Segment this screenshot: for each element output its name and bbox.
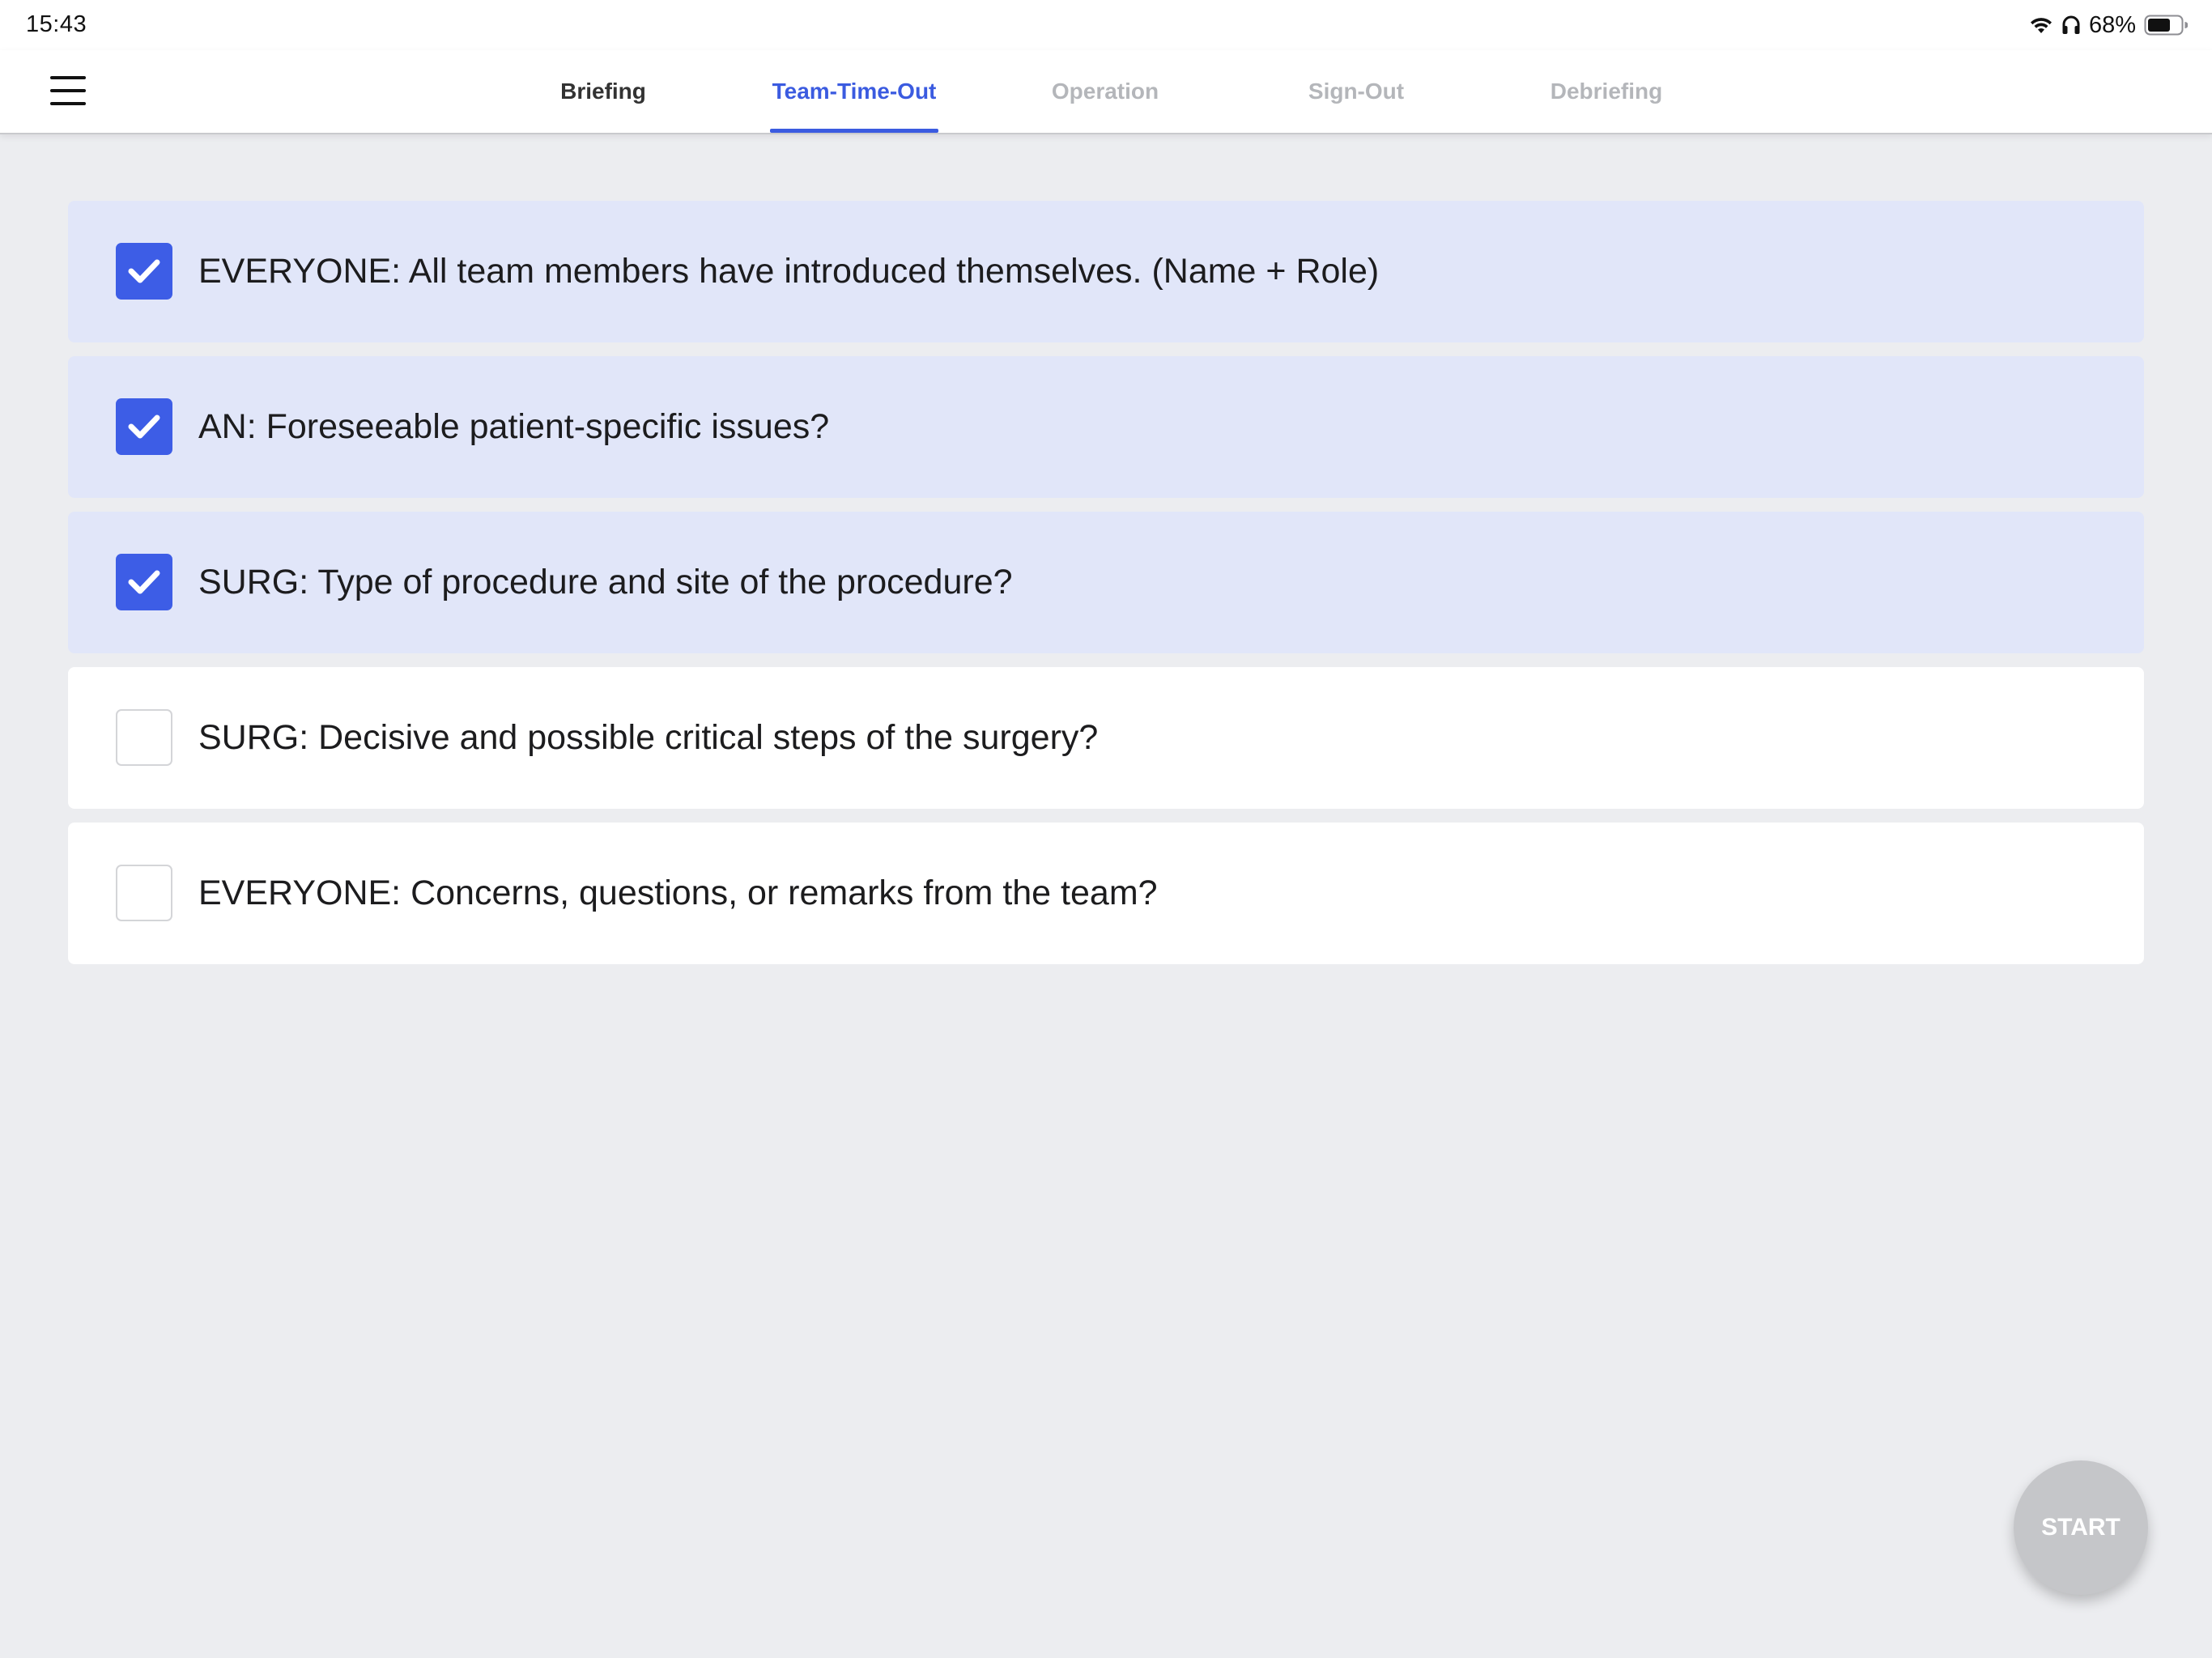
tab-operation[interactable]: Operation <box>1050 50 1160 133</box>
status-time: 15:43 <box>26 11 87 37</box>
checklist-item-label: SURG: Type of procedure and site of the … <box>198 563 1013 602</box>
status-indicators: 68% <box>2029 10 2188 40</box>
checklist-item-label: SURG: Decisive and possible critical ste… <box>198 718 1099 757</box>
checklist-item-procedure-site[interactable]: SURG: Type of procedure and site of the … <box>68 512 2144 653</box>
wifi-icon <box>2029 15 2053 35</box>
tab-team-time-out[interactable]: Team-Time-Out <box>770 50 938 133</box>
checklist-item-introductions[interactable]: EVERYONE: All team members have introduc… <box>68 201 2144 342</box>
tab-briefing[interactable]: Briefing <box>560 50 646 133</box>
checklist-item-label: EVERYONE: All team members have introduc… <box>198 252 1380 291</box>
battery-percent: 68% <box>2088 11 2136 38</box>
battery-icon <box>2144 15 2188 36</box>
checkbox[interactable] <box>116 709 172 766</box>
checkbox[interactable] <box>116 554 172 610</box>
checklist-item-label: EVERYONE: Concerns, questions, or remark… <box>198 874 1158 912</box>
headphones-icon <box>2061 15 2081 36</box>
checkbox[interactable] <box>116 865 172 921</box>
checklist-item-patient-issues[interactable]: AN: Foreseeable patient-specific issues? <box>68 356 2144 498</box>
checklist-item-team-concerns[interactable]: EVERYONE: Concerns, questions, or remark… <box>68 823 2144 964</box>
tab-debriefing[interactable]: Debriefing <box>1549 50 1664 133</box>
hamburger-menu-icon[interactable] <box>50 74 86 107</box>
checklist-item-critical-steps[interactable]: SURG: Decisive and possible critical ste… <box>68 667 2144 809</box>
checklist-item-label: AN: Foreseeable patient-specific issues? <box>198 407 830 446</box>
workflow-header: Briefing Team-Time-Out Operation Sign-Ou… <box>0 50 2212 134</box>
start-button[interactable]: START <box>2014 1460 2148 1595</box>
team-time-out-checklist: EVERYONE: All team members have introduc… <box>68 201 2144 978</box>
checkbox[interactable] <box>116 398 172 455</box>
checkbox[interactable] <box>116 243 172 300</box>
tab-sign-out[interactable]: Sign-Out <box>1306 50 1406 133</box>
status-bar: 15:43 68% <box>0 0 2212 50</box>
